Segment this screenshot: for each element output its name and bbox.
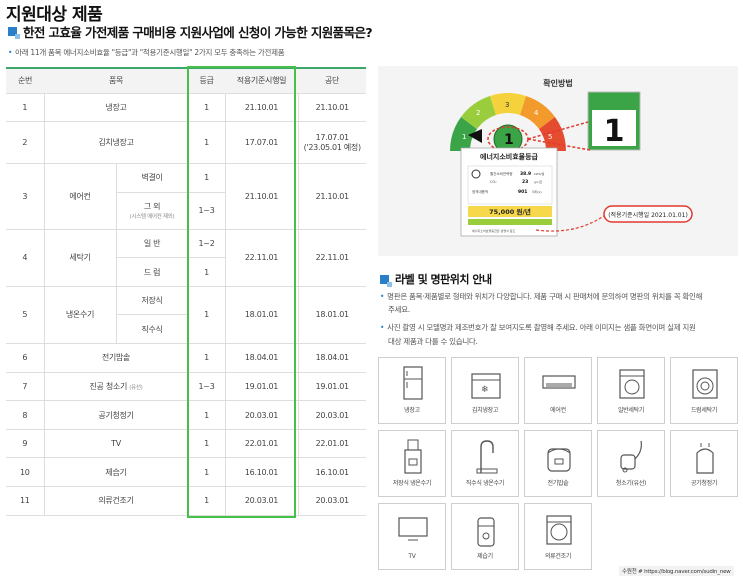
washer-icon (619, 369, 645, 399)
gauge-number: 2 (476, 109, 480, 117)
annual-cost: 75,000 원/년 (489, 207, 531, 216)
bullet-text: • 명판은 품목·제품별로 형태와 위치가 다양합니다. 제품 구매 시 판매처에… (380, 292, 703, 301)
label-title: 에너지소비효율등급 (480, 152, 539, 161)
table-row: 5 냉온수기 저장식 1 18.01.01 18.01.01 (6, 286, 366, 345)
gauge-number: 3 (505, 101, 509, 109)
square-bullet-icon (380, 274, 392, 287)
drum-washer-icon (692, 369, 718, 399)
table-row: 9 TV 1 22.01.01 22.01.01 (6, 429, 366, 459)
col-header-no: 순번 (6, 67, 44, 94)
dot-icon: • (8, 48, 13, 57)
question-text: 한전 고효율 가전제품 구매비용 지원사업에 신청이 가능한 지원품목은? (23, 25, 373, 40)
table-row: 4 세탁기 일 반 1~2 22.11.01 22.11.01 (6, 229, 366, 287)
table-row: 10 제습기 1 16.10.01 16.10.01 (6, 457, 366, 488)
water-dispenser-icon (404, 439, 422, 474)
gauge-number: 5 (548, 133, 552, 141)
refrigerator-icon (403, 366, 423, 400)
dehumidifier-icon (477, 517, 495, 547)
table-row: 6 전기밥솥 1 18.04.01 18.04.01 (6, 343, 366, 373)
product-card-direct-water[interactable]: 직수식 냉온수기 (451, 430, 519, 497)
svg-text:리터(L): 리터(L) (532, 189, 542, 194)
svg-text:정격내용적: 정격내용적 (472, 189, 488, 194)
big-grade-number: 1 (604, 114, 625, 149)
product-card-dryer[interactable]: 의류건조기 (524, 503, 592, 570)
energy-label-illustration: 1 2 3 4 5 1 에너지소비효율등급 월간소비전력량 38.9 kWh/월… (450, 91, 693, 237)
tv-icon (398, 517, 428, 541)
svg-text:kWh/월: kWh/월 (534, 171, 545, 176)
table-row: 1 냉장고 1 21.10.01 21.10.01 (6, 93, 366, 123)
grade-number: 1 (504, 132, 514, 148)
svg-text:g/시간: g/시간 (534, 179, 543, 184)
product-card-air-conditioner[interactable]: 에어컨 (524, 357, 592, 424)
square-bullet-icon (8, 27, 20, 39)
table-row: 11 의류건조기 1 20.03.01 20.03.01 (6, 486, 366, 516)
col-header-agency: 공단 (298, 67, 366, 94)
air-conditioner-icon (542, 375, 576, 389)
air-purifier-icon (696, 443, 714, 474)
table-row: 3 에어컨 벽결이 1 21.10.01 21.10.01 (6, 163, 366, 230)
section2-heading: 라벨 및 명판위치 안내 (380, 271, 492, 287)
product-card-water-dispenser[interactable]: 저장식 냉온수기 (378, 430, 446, 497)
col-header-date: 적용기준시행일 (225, 67, 298, 94)
svg-text:23: 23 (522, 179, 528, 185)
svg-text:에너지소비효율등급은 설명서 참조: 에너지소비효율등급은 설명서 참조 (472, 228, 516, 233)
section-heading: 한전 고효율 가전제품 구매비용 지원사업에 신청이 가능한 지원품목은? (8, 22, 373, 41)
table-row: 2 김치냉장고 1 17.07.01 17.07.01 ('23.05.01 예정… (6, 121, 366, 165)
product-card-dehumidifier[interactable]: 제습기 (451, 503, 519, 570)
product-card-vacuum[interactable]: 청소기(유선) (597, 430, 665, 497)
product-card-tv[interactable]: TV (378, 503, 446, 570)
callout-text: (적용기준시행일 2021.01.01) (608, 211, 688, 219)
vacuum-icon (620, 440, 642, 473)
col-header-item: 품목 (44, 67, 188, 94)
kimchi-fridge-icon: ❄ (471, 373, 501, 399)
bullet-text: • 사진 촬영 시 모델명과 제조번호가 잘 보여지도록 촬영해 주세요. 아래 … (380, 323, 696, 332)
product-card-drum-washer[interactable]: 드럼세탁기 (670, 357, 738, 424)
product-card-air-purifier[interactable]: 공기청정기 (670, 430, 738, 497)
product-card-refrigerator[interactable]: 냉장고 (378, 357, 446, 424)
bullet-text: 대상 제품과 다를 수 있습니다. (388, 337, 478, 346)
table-row: 7 진공 청소기 (유선) 1~3 19.01.01 19.01.01 (6, 372, 366, 402)
eligible-items-table: 순번 품목 등급 적용기준시행일 공단 1 냉장고 1 21.10.01 21.… (6, 67, 366, 516)
gauge-number: 4 (534, 109, 539, 117)
direct-water-icon (476, 440, 498, 474)
col-header-grade: 등급 (188, 67, 225, 94)
svg-text:901: 901 (518, 189, 527, 195)
criteria-note: • 아래 11개 품목 에너지소비효율 "등급"과 "적용기준시행일" 2가지 모… (8, 48, 285, 57)
svg-text:38.9: 38.9 (520, 171, 531, 177)
rice-cooker-icon (547, 448, 571, 472)
label-check-panel: 확인방법 1 2 3 4 5 1 에너지소비효율등급 월간소비전력량 38.9 … (378, 66, 738, 256)
table-header-row: 순번 품목 등급 적용기준시행일 공단 (6, 67, 366, 94)
svg-text:❄: ❄ (481, 385, 489, 395)
dryer-icon (546, 515, 572, 545)
gauge-number: 1 (462, 133, 466, 141)
svg-text:CO₂: CO₂ (490, 180, 497, 184)
product-card-rice-cooker[interactable]: 전기밥솥 (524, 430, 592, 497)
svg-text:월간소비전력량: 월간소비전력량 (490, 171, 513, 176)
bullet-text: 주세요. (388, 305, 410, 314)
watermark-text: 수원천 # https://blog.naver.com/sudin_new (619, 566, 734, 576)
product-card-kimchi-fridge[interactable]: ❄ 김치냉장고 (451, 357, 519, 424)
table-row: 8 공기청정기 1 20.03.01 20.03.01 (6, 400, 366, 430)
product-card-washer[interactable]: 일반세탁기 (597, 357, 665, 424)
